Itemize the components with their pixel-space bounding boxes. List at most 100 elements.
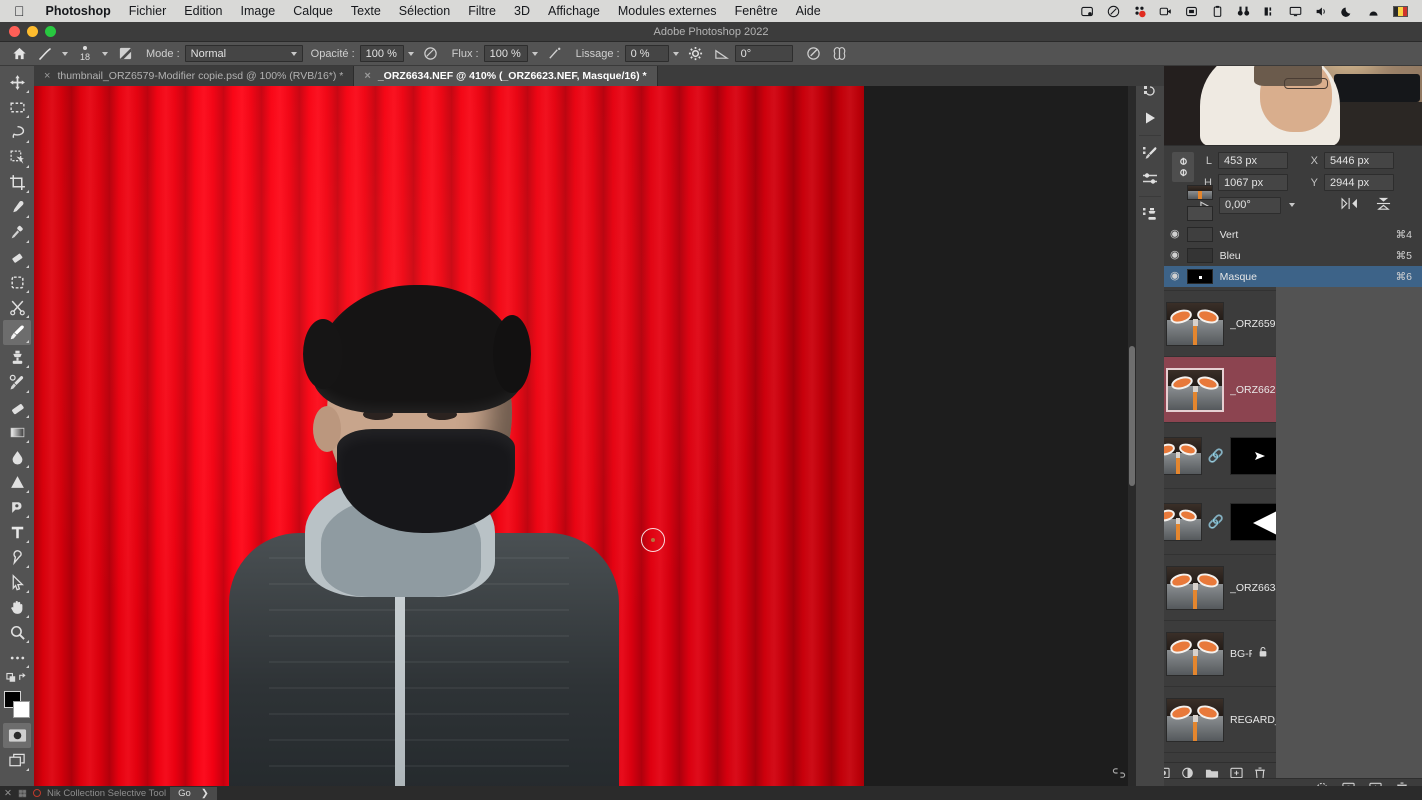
airbrush-icon[interactable]: [542, 43, 568, 65]
display-icon[interactable]: [1185, 5, 1198, 18]
x-input[interactable]: 5446 px: [1324, 152, 1394, 169]
monitor-icon[interactable]: [1289, 5, 1302, 18]
go-button[interactable]: Go ❯: [170, 786, 217, 800]
menu-item-affichage[interactable]: Affichage: [539, 4, 609, 18]
clone-source-icon[interactable]: [1137, 202, 1163, 226]
channel-visibility-toggle[interactable]: ◉: [1170, 250, 1180, 261]
opacity-chevron-down-icon[interactable]: [407, 51, 414, 56]
control-center-icon[interactable]: [1367, 5, 1380, 18]
color-swatches[interactable]: [3, 691, 31, 719]
pressure-size-icon[interactable]: [801, 43, 827, 65]
width-input[interactable]: 453 px: [1218, 152, 1288, 169]
frame-tool[interactable]: [3, 270, 31, 295]
menu-item-3d[interactable]: 3D: [505, 4, 539, 18]
menu-item-edition[interactable]: Edition: [175, 4, 231, 18]
symmetry-butterfly-icon[interactable]: [827, 43, 853, 65]
channel-visibility-toggle[interactable]: ◉: [1170, 271, 1180, 282]
menu-item-texte[interactable]: Texte: [342, 4, 390, 18]
opacity-input[interactable]: 100 %: [359, 45, 404, 62]
quick-mask-icon[interactable]: [3, 723, 31, 748]
menu-item-fichier[interactable]: Fichier: [120, 4, 176, 18]
path-selection-tool[interactable]: [3, 545, 31, 570]
eraser-tool[interactable]: [3, 395, 31, 420]
eyedropper-tool[interactable]: [3, 195, 31, 220]
list-item[interactable]: ◉ Masque ⌘6: [1164, 266, 1422, 287]
pen-tool[interactable]: [3, 495, 31, 520]
flow-chevron-down-icon[interactable]: [531, 51, 538, 56]
crop-tool[interactable]: [3, 170, 31, 195]
actions-play-icon[interactable]: [1137, 106, 1163, 130]
hand-tool[interactable]: [3, 595, 31, 620]
healing-brush-tool[interactable]: [3, 220, 31, 245]
menu-item-modules-externes[interactable]: Modules externes: [609, 4, 726, 18]
menu-item-fenetre[interactable]: Fenêtre: [726, 4, 787, 18]
background-color-swatch[interactable]: [13, 701, 30, 718]
brush-settings-icon[interactable]: [1137, 141, 1163, 165]
scrollbar-thumb[interactable]: [1129, 346, 1135, 486]
history-brush-tool[interactable]: [3, 370, 31, 395]
quick-selection-tool[interactable]: [3, 145, 31, 170]
screenshot-icon[interactable]: [1081, 5, 1094, 18]
lasso-tool[interactable]: [3, 120, 31, 145]
brush-size-chevron-down-icon[interactable]: [102, 51, 108, 56]
document-tab-2[interactable]: × _ORZ6634.NEF @ 410% (_ORZ6623.NEF, Mas…: [354, 66, 658, 86]
smoothing-chevron-down-icon[interactable]: [672, 51, 679, 56]
brush-preset-preview-icon[interactable]: [32, 43, 58, 65]
close-tab-icon[interactable]: ×: [44, 70, 50, 82]
channel-visibility-toggle[interactable]: ◉: [1170, 229, 1180, 240]
flow-input[interactable]: 100 %: [483, 45, 528, 62]
adjustments-icon[interactable]: [1137, 167, 1163, 191]
smoothing-input[interactable]: 0 %: [624, 45, 669, 62]
menu-item-calque[interactable]: Calque: [284, 4, 342, 18]
blur-tool[interactable]: [3, 445, 31, 470]
menu-item-photoshop[interactable]: Photoshop: [37, 4, 120, 18]
menu-item-filtre[interactable]: Filtre: [459, 4, 505, 18]
height-input[interactable]: 1067 px: [1218, 174, 1288, 191]
angle-chevron-down-icon[interactable]: [1289, 203, 1295, 207]
artboard[interactable]: [34, 86, 864, 786]
clone-stamp-tool[interactable]: [3, 345, 31, 370]
patch-tool[interactable]: [3, 245, 31, 270]
y-input[interactable]: 2944 px: [1324, 174, 1394, 191]
volume-icon[interactable]: [1315, 5, 1328, 18]
clipboard-icon[interactable]: [1211, 5, 1224, 18]
menu-item-selection[interactable]: Sélection: [390, 4, 459, 18]
menu-item-image[interactable]: Image: [232, 4, 285, 18]
list-item[interactable]: ◉ Bleu ⌘5: [1164, 245, 1422, 266]
menu-item-aide[interactable]: Aide: [787, 4, 830, 18]
screen-mode-icon[interactable]: [3, 748, 31, 773]
edit-toolbar-icon[interactable]: [3, 645, 31, 670]
direct-selection-tool[interactable]: [3, 570, 31, 595]
creative-cloud-icon[interactable]: [1107, 5, 1120, 18]
swap-and-default-colors[interactable]: [3, 670, 31, 688]
belgium-flag-icon[interactable]: [1393, 5, 1408, 17]
brush-preset-chevron-down-icon[interactable]: [62, 51, 68, 56]
angle-input[interactable]: 0,00°: [1219, 196, 1281, 214]
list-item[interactable]: ◉ Vert ⌘4: [1164, 224, 1422, 245]
brush-size-indicator[interactable]: 18: [72, 43, 98, 65]
apple-logo-icon[interactable]: : [14, 3, 25, 19]
link-dimensions-icon[interactable]: [1172, 152, 1194, 182]
flip-horizontal-icon[interactable]: [1341, 197, 1358, 213]
document-tab-1[interactable]: × thumbnail_ORZ6579-Modifier copie.psd @…: [34, 66, 355, 86]
rectangular-marquee-tool[interactable]: [3, 95, 31, 120]
dodge-tool[interactable]: [3, 470, 31, 495]
brush-panel-icon[interactable]: [112, 43, 138, 65]
panel-icon[interactable]: ▦: [18, 788, 27, 799]
home-icon[interactable]: [6, 43, 32, 65]
brush-tool[interactable]: [3, 320, 31, 345]
flip-vertical-icon[interactable]: [1376, 196, 1391, 214]
blend-mode-select[interactable]: Normal: [184, 45, 303, 62]
angle-input[interactable]: 0°: [734, 45, 793, 62]
scissors-tool[interactable]: [3, 295, 31, 320]
pressure-opacity-icon[interactable]: [418, 43, 444, 65]
close-panel-icon[interactable]: ✕: [4, 788, 12, 799]
move-tool[interactable]: [3, 70, 31, 95]
zoom-tool[interactable]: [3, 620, 31, 645]
gradient-tool[interactable]: [3, 420, 31, 445]
type-tool[interactable]: [3, 520, 31, 545]
binoculars-icon[interactable]: [1237, 5, 1250, 18]
stats-icon[interactable]: [1263, 5, 1276, 18]
canvas-area[interactable]: [34, 86, 1136, 786]
notification-badge-icon[interactable]: [1133, 5, 1146, 18]
